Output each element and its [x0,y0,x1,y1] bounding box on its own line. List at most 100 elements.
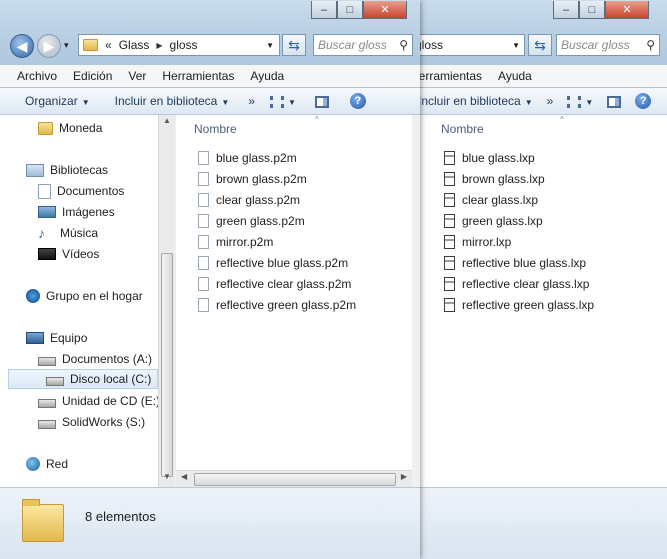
close-button[interactable]: ✕ [363,1,407,19]
chevron-down-icon: ▼ [287,98,296,107]
nav-item-computer[interactable]: Equipo [0,328,158,348]
include-in-library-button[interactable]: Incluir en biblioteca ▼ [97,94,237,108]
file-item[interactable]: reflective green glass.p2m [198,295,356,315]
file-item[interactable]: clear glass.p2m [198,190,300,210]
address-dropdown-icon[interactable]: ▼ [266,41,279,50]
menu-tools[interactable]: Herramientas [410,69,490,83]
include-in-library-button[interactable]: Incluir en biblioteca ▼ [410,94,540,108]
file-item[interactable]: blue glass.lxp [444,148,535,168]
search-input[interactable]: Buscar gloss ⚲ [556,34,660,56]
organize-button[interactable]: Organizar ▼ [0,94,97,108]
file-item[interactable]: reflective blue glass.p2m [198,253,348,273]
lxp-file-icon [444,277,455,291]
maximize-button[interactable]: □ [579,1,605,19]
libraries-icon [26,163,44,177]
scrollbar-thumb[interactable] [161,253,173,477]
navigation-row: ◀ ▶ ▾ « Glass ▶ gloss ▼ ⇆ Buscar gloss ⚲ [0,32,420,60]
menu-bar: Archivo Edición Ver Herramientas Ayuda [0,65,420,87]
file-item[interactable]: green glass.p2m [198,211,305,231]
nav-item-documents[interactable]: Documentos [0,181,158,201]
address-dropdown-icon[interactable]: ▼ [512,41,524,50]
nav-item-moneda[interactable]: Moneda [0,118,158,138]
change-view-button[interactable]: ▼ [262,94,303,108]
address-overflow-button[interactable]: « [102,38,115,52]
nav-item-network[interactable]: Red [0,454,158,474]
close-button[interactable]: ✕ [605,1,649,19]
search-input[interactable]: Buscar gloss ⚲ [313,34,413,56]
file-item[interactable]: reflective clear glass.lxp [444,274,589,294]
organize-label: Organizar [25,94,78,108]
breadcrumb-arrow-icon[interactable]: ▶ [153,41,165,50]
file-item[interactable]: mirror.p2m [198,232,273,252]
help-button[interactable]: ? [628,93,658,109]
nav-item-drive-e[interactable]: Unidad de CD (E:) [0,391,158,411]
maximize-button[interactable]: □ [337,1,363,19]
menu-help[interactable]: Ayuda [490,69,540,83]
navigation-pane-scrollbar[interactable]: ▲ ▼ [158,115,175,487]
nav-item-pictures[interactable]: Imágenes [0,202,158,222]
forward-button[interactable]: ▶ [37,34,61,58]
file-item[interactable]: reflective clear glass.p2m [198,274,351,294]
menu-file[interactable]: Archivo [0,69,65,83]
file-name: brown glass.lxp [462,172,545,186]
minimize-button[interactable]: – [553,1,579,19]
file-item[interactable]: green glass.lxp [444,211,543,231]
address-segment-glass[interactable]: Glass [115,38,154,52]
file-name: reflective clear glass.lxp [462,277,590,291]
file-item[interactable]: brown glass.p2m [198,169,307,189]
file-item[interactable]: clear glass.lxp [444,190,538,210]
file-item[interactable]: brown glass.lxp [444,169,545,189]
menu-help[interactable]: Ayuda [242,69,292,83]
scroll-left-arrow-icon[interactable]: ◀ [181,472,187,481]
more-commands-button[interactable]: » [236,94,262,108]
back-button[interactable]: ◀ [10,34,34,58]
scrollbar-thumb[interactable] [194,473,396,486]
column-header-name[interactable]: Nombre [194,122,237,136]
minimize-button[interactable]: – [311,1,337,19]
nav-item-label: Bibliotecas [50,163,109,177]
preview-pane-button[interactable] [303,94,336,108]
file-name: reflective clear glass.p2m [216,277,352,291]
nav-item-drive-s[interactable]: SolidWorks (S:) [0,412,158,432]
scroll-right-arrow-icon[interactable]: ▶ [401,472,407,481]
file-name: blue glass.p2m [216,151,297,165]
change-view-button[interactable]: ▼ [560,94,600,108]
command-bar: Organizar ▼ Incluir en biblioteca ▼ » ▼ ? [0,88,420,115]
help-button[interactable]: ? [336,93,373,109]
scroll-down-arrow-icon[interactable]: ▼ [159,472,175,486]
file-name: reflective green glass.p2m [216,298,357,312]
nav-item-homegroup[interactable]: Grupo en el hogar [0,286,158,306]
nav-item-videos[interactable]: Vídeos [0,244,158,264]
refresh-button[interactable]: ⇆ [282,34,306,56]
menu-view[interactable]: Ver [120,69,154,83]
nav-item-label: SolidWorks (S:) [62,415,146,429]
drive-icon [38,419,56,429]
drive-icon [38,356,56,366]
file-item[interactable]: blue glass.p2m [198,148,297,168]
explorer-window-front: – □ ✕ ◀ ▶ ▾ « Glass ▶ gloss ▼ ⇆ Buscar g… [0,0,420,559]
file-item[interactable]: reflective blue glass.lxp [444,253,586,273]
nav-item-drive-a[interactable]: Documentos (A:) [0,349,158,369]
file-item[interactable]: reflective green glass.lxp [444,295,594,315]
menu-tools[interactable]: Herramientas [154,69,242,83]
recent-pages-button[interactable]: ▾ [64,40,69,51]
address-bar[interactable]: « Glass ▶ gloss ▼ [78,34,280,56]
file-name: mirror.p2m [216,235,274,249]
address-bar[interactable]: gloss ▼ [410,34,525,56]
column-header-name[interactable]: Nombre [441,122,484,136]
menu-edit[interactable]: Edición [65,69,120,83]
refresh-button[interactable]: ⇆ [528,34,552,56]
file-item[interactable]: mirror.lxp [444,232,511,252]
more-commands-button[interactable]: » [540,94,561,108]
address-segment-gloss[interactable]: gloss [166,38,202,52]
scroll-up-arrow-icon[interactable]: ▲ [159,116,175,130]
pictures-icon [38,206,56,218]
file-icon [198,298,209,312]
nav-item-libraries[interactable]: Bibliotecas [0,160,158,180]
nav-item-music[interactable]: ♪ Música [0,223,158,243]
folder-icon [38,121,53,135]
sort-ascending-icon: ^ [315,115,319,124]
nav-item-drive-c[interactable]: Disco local (C:) [8,369,158,389]
preview-pane-button[interactable] [600,94,628,108]
horizontal-scrollbar[interactable]: ◀ ▶ [176,470,412,487]
